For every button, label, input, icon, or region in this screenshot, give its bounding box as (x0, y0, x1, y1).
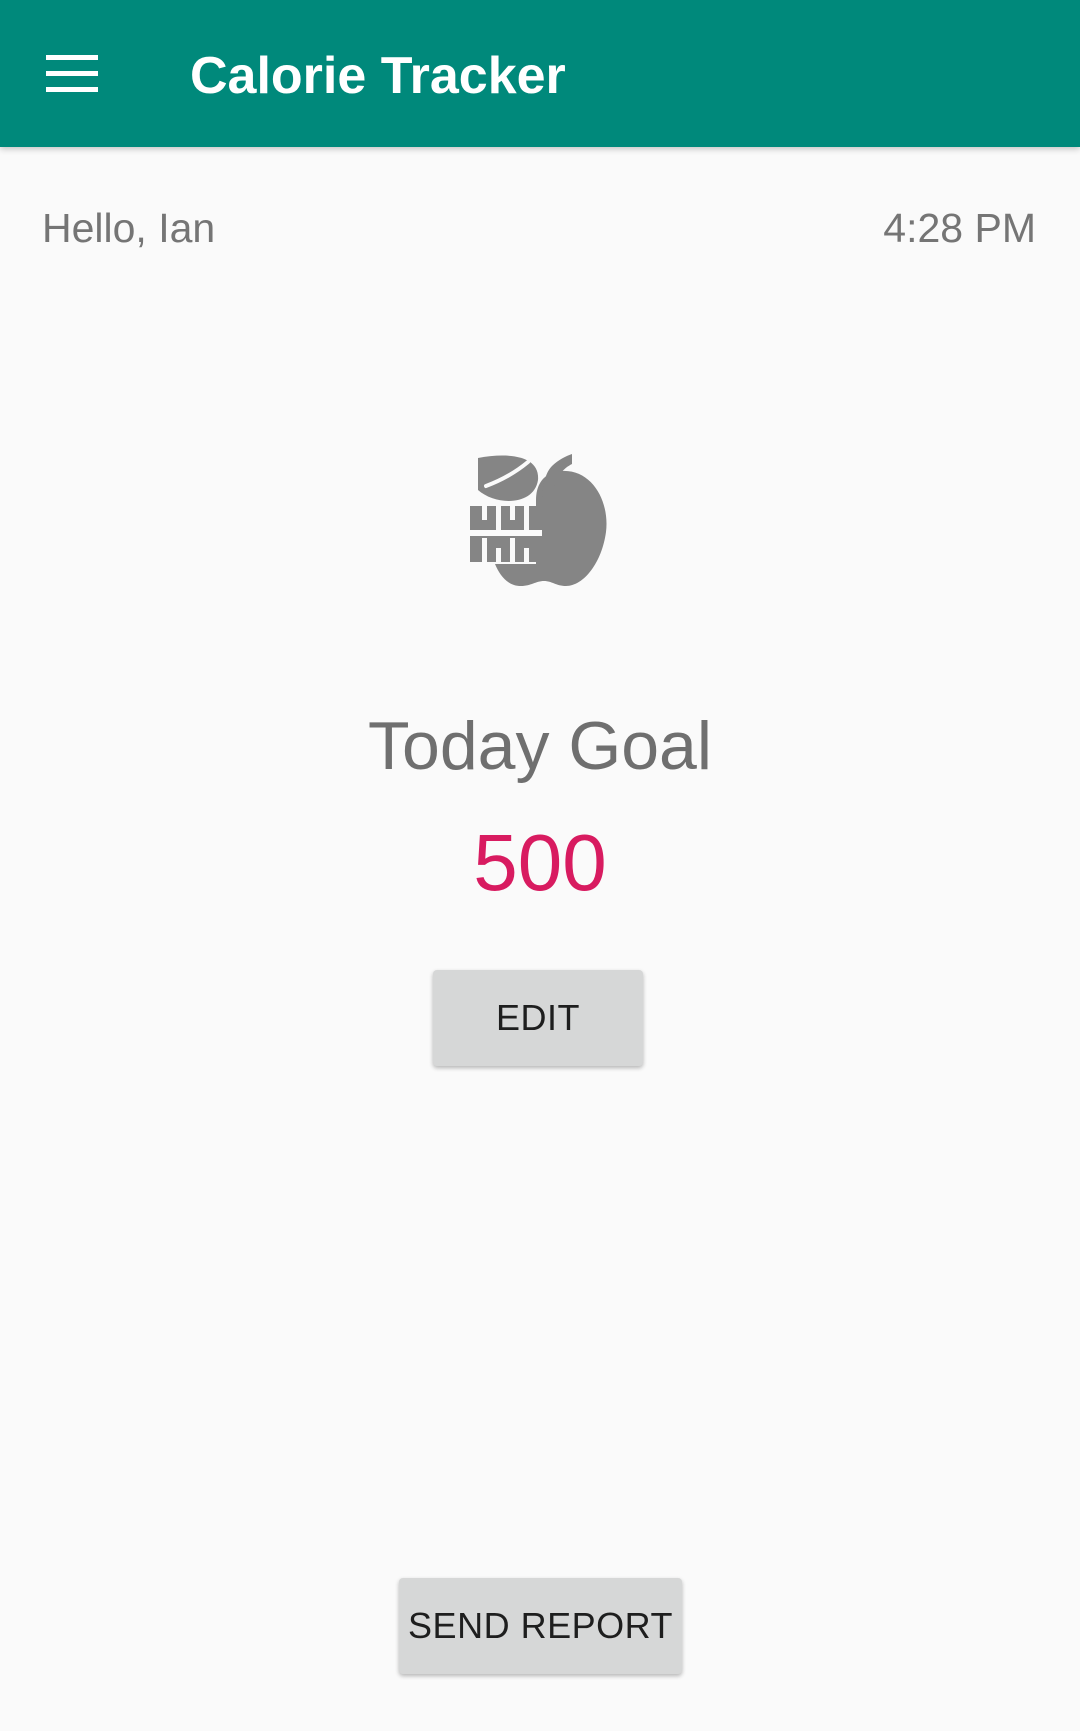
app-title: Calorie Tracker (190, 47, 566, 105)
current-time: 4:28 PM (883, 205, 1036, 251)
goal-value: 500 (473, 818, 607, 907)
goal-label: Today Goal (368, 708, 712, 784)
app-bar: Calorie Tracker (0, 0, 1080, 147)
send-report-button[interactable]: SEND REPORT (399, 1578, 682, 1674)
apple-measuring-tape-icon (470, 454, 607, 586)
hamburger-menu-icon (46, 55, 98, 92)
edit-button[interactable]: EDIT (433, 970, 643, 1066)
menu-button[interactable] (28, 36, 116, 112)
greeting-text: Hello, Ian (42, 205, 216, 251)
